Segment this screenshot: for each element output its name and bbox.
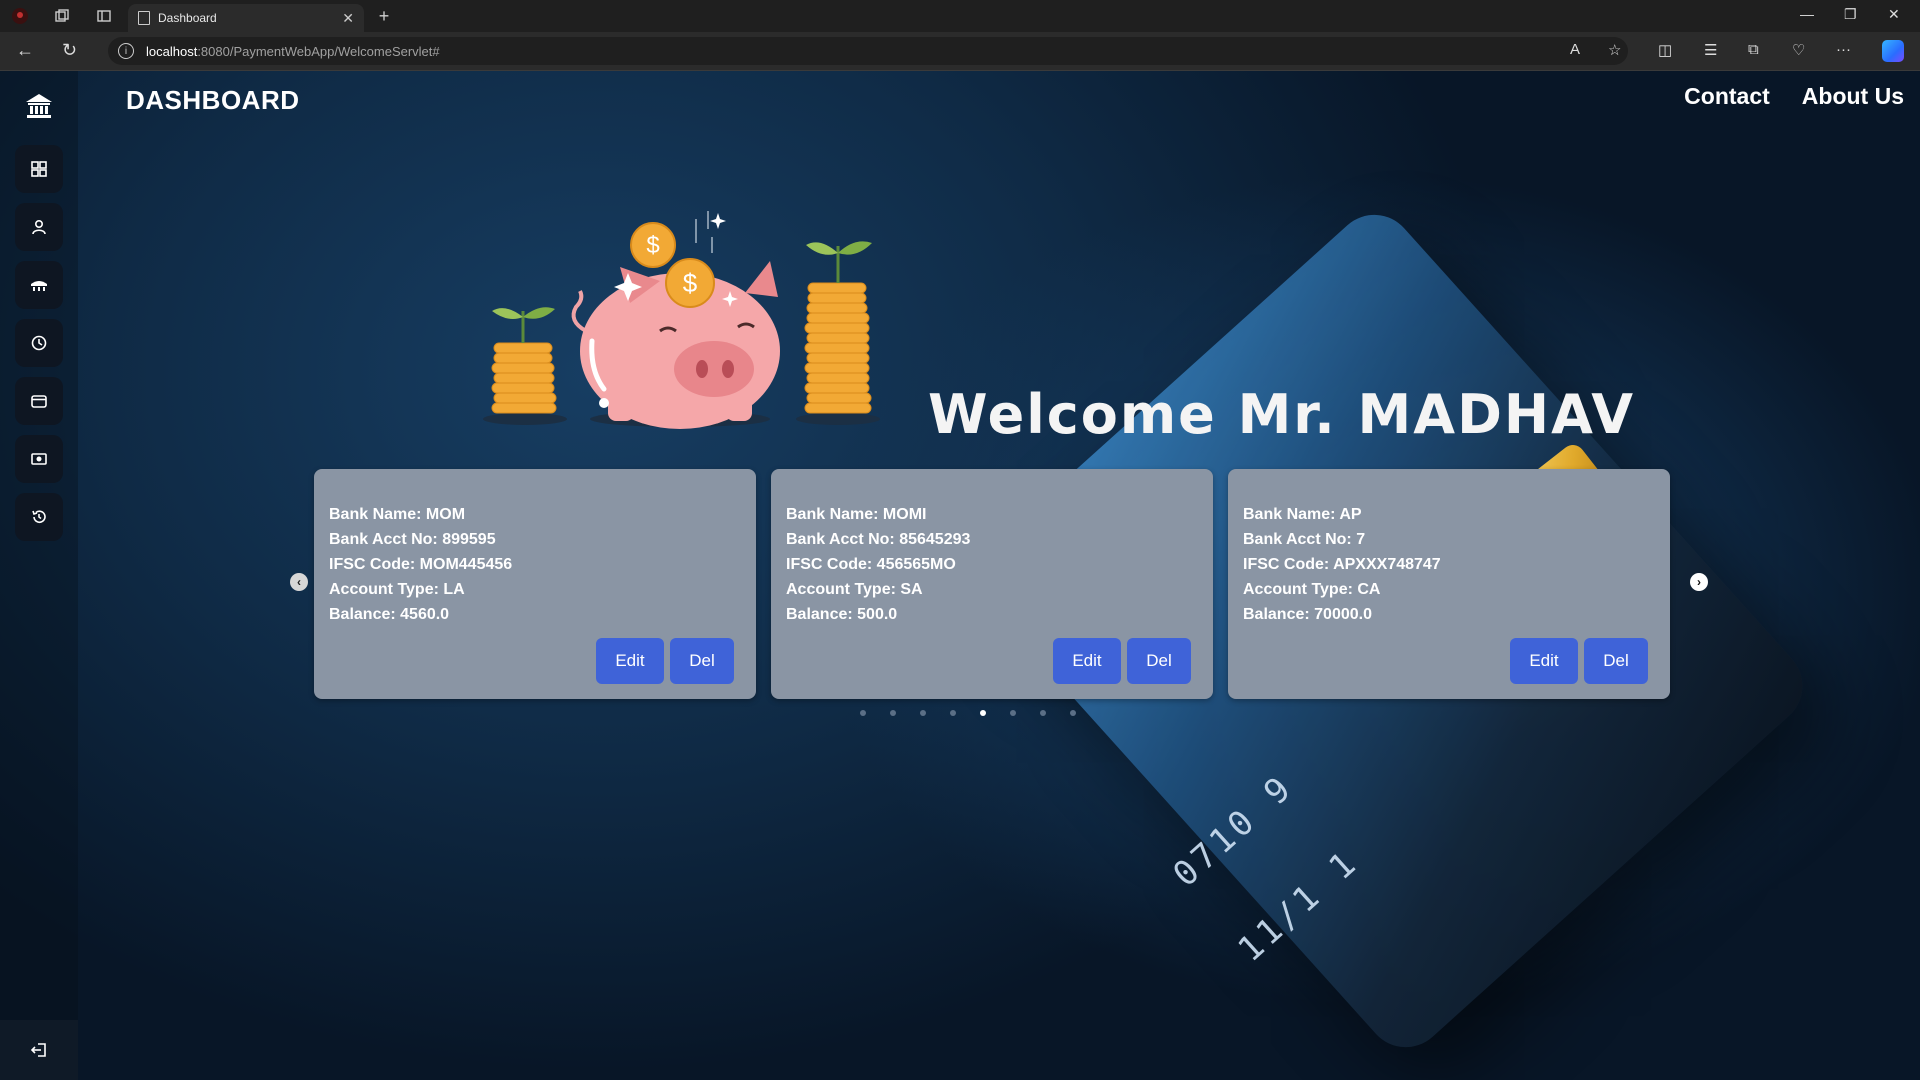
nav-contact-link[interactable]: Contact xyxy=(1684,83,1770,110)
bank-acct-no: Bank Acct No: 7 xyxy=(1243,531,1366,548)
edit-button[interactable]: Edit xyxy=(596,638,664,684)
chevron-left-icon: ‹ xyxy=(297,575,301,589)
ifsc-code: IFSC Code: 456565MO xyxy=(786,556,956,573)
sidebar-item-wallet[interactable] xyxy=(15,377,63,425)
bank-name: Bank Name: MOM xyxy=(329,506,466,523)
new-tab-icon[interactable]: + xyxy=(374,6,394,26)
user-icon xyxy=(32,219,46,235)
edit-button[interactable]: Edit xyxy=(1053,638,1121,684)
carousel-dot[interactable] xyxy=(920,710,926,716)
carousel-next-button[interactable]: › xyxy=(1690,573,1708,591)
ifsc-code: IFSC Code: MOM445456 xyxy=(329,556,513,573)
grid-icon xyxy=(31,161,47,177)
sidebar-item-bank[interactable] xyxy=(15,261,63,309)
collections-icon[interactable]: ⧉ xyxy=(1748,41,1759,58)
close-tab-icon[interactable]: ✕ xyxy=(342,10,354,27)
dashboard-page: 0710 9 11/1 1 DASHBOARD Contact About Us… xyxy=(0,71,1920,1080)
carousel-pagination xyxy=(860,710,1076,716)
restore-icon[interactable]: ❐ xyxy=(1844,6,1857,23)
browser-profile-icon[interactable] xyxy=(10,6,30,26)
svg-text:$: $ xyxy=(683,268,698,298)
address-bar[interactable]: i localhost:8080/PaymentWebApp/WelcomeSe… xyxy=(108,37,1628,65)
account-card: Bank Name: AP Bank Acct No: 7 IFSC Code:… xyxy=(1228,469,1670,699)
delete-button[interactable]: Del xyxy=(1127,638,1191,684)
logout-icon xyxy=(30,1043,46,1057)
bank-acct-no: Bank Acct No: 899595 xyxy=(329,531,496,548)
history-icon xyxy=(32,510,46,523)
carousel-dot[interactable] xyxy=(860,710,866,716)
ifsc-code: IFSC Code: APXXX748747 xyxy=(1243,556,1441,573)
more-menu-icon[interactable]: ··· xyxy=(1836,41,1851,58)
chevron-right-icon: › xyxy=(1697,575,1701,589)
sidebar-item-transactions[interactable] xyxy=(15,319,63,367)
sidebar-item-dashboard[interactable] xyxy=(15,145,63,193)
document-icon xyxy=(138,11,150,25)
carousel-dot[interactable] xyxy=(950,710,956,716)
balance: Balance: 500.0 xyxy=(786,606,898,623)
sidebar-item-payments[interactable] xyxy=(15,435,63,483)
back-icon[interactable]: ← xyxy=(16,40,34,61)
account-card: Bank Name: MOMI Bank Acct No: 85645293 I… xyxy=(771,469,1213,699)
piggy-bank-illustration: $ $ xyxy=(483,211,880,429)
sidebar-item-profile[interactable] xyxy=(15,203,63,251)
bank-name: Bank Name: AP xyxy=(1243,506,1362,523)
carousel-dot[interactable] xyxy=(1070,710,1076,716)
logout-button[interactable] xyxy=(0,1020,78,1080)
money-icon xyxy=(31,453,47,465)
sidebar-item-history[interactable] xyxy=(15,493,63,541)
bank-logo-icon[interactable] xyxy=(24,91,54,121)
delete-button[interactable]: Del xyxy=(1584,638,1648,684)
url-path: :8080/PaymentWebApp/WelcomeServlet# xyxy=(197,43,440,59)
carousel-dot[interactable] xyxy=(1010,710,1016,716)
account-type: Account Type: LA xyxy=(329,581,465,598)
wallet-icon xyxy=(31,395,47,408)
account-type: Account Type: SA xyxy=(786,581,923,598)
browser-essentials-icon[interactable]: ♡ xyxy=(1792,41,1805,59)
balance: Balance: 70000.0 xyxy=(1243,606,1372,623)
bank-name: Bank Name: MOMI xyxy=(786,506,927,523)
url-host: localhost xyxy=(146,43,198,59)
page-title: DASHBOARD xyxy=(126,85,300,115)
nav-about-us-link[interactable]: About Us xyxy=(1802,83,1904,110)
copilot-icon[interactable] xyxy=(1882,40,1904,62)
delete-button[interactable]: Del xyxy=(670,638,734,684)
top-nav: Contact About Us xyxy=(1684,83,1904,110)
sidebar xyxy=(0,71,78,1080)
edit-button[interactable]: Edit xyxy=(1510,638,1578,684)
balance: Balance: 4560.0 xyxy=(329,606,450,623)
clock-icon xyxy=(31,335,47,351)
carousel-dot[interactable] xyxy=(1040,710,1046,716)
favorites-icon[interactable]: ☰ xyxy=(1704,41,1717,59)
carousel-dot[interactable] xyxy=(890,710,896,716)
account-type: Account Type: CA xyxy=(1243,581,1381,598)
svg-text:$: $ xyxy=(646,232,659,259)
close-window-icon[interactable]: ✕ xyxy=(1888,6,1900,23)
tab-actions-icon[interactable] xyxy=(94,6,114,26)
refresh-icon[interactable]: ↻ xyxy=(62,40,77,61)
carousel-dot[interactable] xyxy=(980,710,986,716)
read-aloud-icon[interactable]: A xyxy=(1570,41,1580,58)
tab-dashboard[interactable]: Dashboard ✕ xyxy=(128,4,364,32)
site-info-icon[interactable]: i xyxy=(118,43,134,59)
workspaces-icon[interactable] xyxy=(52,6,72,26)
tab-title: Dashboard xyxy=(158,11,217,25)
account-card: Bank Name: MOM Bank Acct No: 899595 IFSC… xyxy=(314,469,756,699)
carousel-prev-button[interactable]: ‹ xyxy=(290,573,308,591)
bank-acct-no: Bank Acct No: 85645293 xyxy=(786,531,971,548)
welcome-heading: Welcome Mr. MADHAV xyxy=(928,383,1636,446)
browser-tab-bar: Dashboard ✕ + — ❐ ✕ xyxy=(0,0,1920,32)
browser-toolbar: ← ↻ i localhost:8080/PaymentWebApp/Welco… xyxy=(0,32,1920,71)
bank-icon xyxy=(31,281,47,291)
split-screen-icon[interactable]: ◫ xyxy=(1658,41,1672,59)
favorite-star-icon[interactable]: ☆ xyxy=(1608,41,1621,59)
minimize-icon[interactable]: — xyxy=(1800,6,1814,22)
